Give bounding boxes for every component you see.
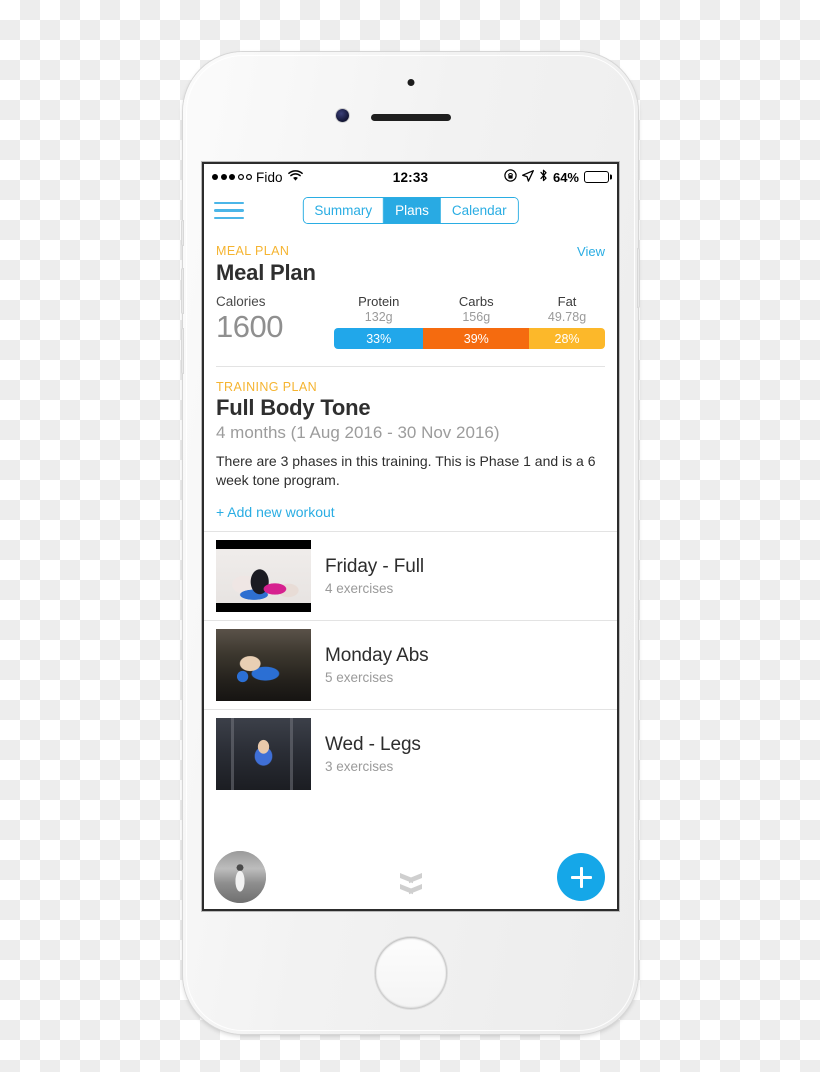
battery-icon	[584, 171, 609, 183]
double-chevron-down-icon[interactable]	[400, 873, 422, 893]
phone-device-frame: Fido 12:33 64% Summary Plans Calendar ME…	[181, 52, 640, 1034]
macro-name-row: Protein Carbs Fat	[334, 294, 605, 309]
macro-name-carbs: Carbs	[458, 294, 494, 309]
macro-bar-fat: 28%	[529, 328, 605, 349]
macro-grams-protein: 132g	[364, 310, 393, 324]
meal-plan-header: MEAL PLAN View	[216, 244, 605, 259]
workout-thumbnail-monday	[216, 629, 311, 702]
macro-breakdown: Protein Carbs Fat 132g 156g 49.78g 33% 39% 28%	[334, 294, 605, 349]
macro-grams-carbs: 156g	[462, 310, 491, 324]
meal-plan-title: Meal Plan	[216, 260, 316, 285]
navigation-bar: Summary Plans Calendar	[204, 190, 617, 232]
workout-row[interactable]: Friday - Full 4 exercises	[204, 531, 617, 620]
macro-bar-carbs: 39%	[423, 328, 530, 349]
bottom-toolbar	[204, 851, 617, 909]
workout-title: Monday Abs	[325, 645, 429, 667]
hamburger-menu-icon[interactable]	[214, 201, 244, 220]
silent-switch[interactable]	[181, 220, 184, 246]
view-segmented-control[interactable]: Summary Plans Calendar	[302, 197, 519, 224]
workout-title: Friday - Full	[325, 556, 424, 578]
training-plan-title: Full Body Tone	[216, 395, 371, 420]
workout-exercise-count: 5 exercises	[325, 670, 394, 686]
macro-summary: Calories 1600 Protein Carbs Fat 132g 156g 49…	[216, 294, 605, 349]
plans-content: MEAL PLAN View Meal Plan Calories 1600 P…	[204, 231, 617, 909]
workout-text: Friday - Full 4 exercises	[325, 556, 424, 596]
earpiece-speaker	[370, 114, 451, 121]
add-new-workout-button[interactable]: + Add new workout	[216, 504, 605, 520]
training-plan-eyebrow: TRAINING PLAN	[216, 380, 318, 394]
training-plan-section: TRAINING PLAN Full Body Tone 4 months (1…	[204, 367, 617, 520]
power-button[interactable]	[637, 248, 640, 308]
rotation-lock-icon	[504, 169, 517, 185]
training-plan-dates: 4 months (1 Aug 2016 - 30 Nov 2016)	[216, 423, 500, 442]
meal-plan-section: MEAL PLAN View Meal Plan Calories 1600 P…	[204, 231, 617, 349]
status-bar: Fido 12:33 64%	[204, 164, 617, 190]
tab-plans[interactable]: Plans	[384, 198, 441, 223]
avatar-image	[214, 851, 266, 903]
training-plan-description: There are 3 phases in this training. Thi…	[216, 453, 596, 489]
workout-text: Wed - Legs 3 exercises	[325, 734, 421, 774]
workout-thumbnail-wed	[216, 718, 311, 791]
bluetooth-icon	[539, 169, 548, 185]
tab-summary[interactable]: Summary	[303, 198, 385, 223]
front-camera-icon	[336, 109, 349, 122]
workout-title: Wed - Legs	[325, 734, 421, 756]
home-button[interactable]	[374, 937, 447, 1009]
macro-grams-fat: 49.78g	[547, 310, 587, 324]
phone-screen: Fido 12:33 64% Summary Plans Calendar ME…	[204, 164, 617, 909]
volume-down-button[interactable]	[181, 328, 184, 374]
workout-exercise-count: 4 exercises	[325, 581, 394, 597]
macro-bar-protein: 33%	[334, 328, 424, 349]
workout-exercise-count: 3 exercises	[325, 759, 394, 775]
calories-value: 1600	[216, 309, 283, 344]
macro-percent-bar: 33% 39% 28%	[334, 328, 605, 349]
workout-list: Friday - Full 4 exercises Monday Abs 5 exer…	[204, 531, 617, 798]
volume-up-button[interactable]	[181, 268, 184, 314]
battery-percent-label: 64%	[552, 169, 579, 185]
macro-name-protein: Protein	[358, 294, 400, 309]
user-avatar[interactable]	[214, 851, 266, 903]
macro-name-fat: Fat	[557, 294, 577, 309]
location-arrow-icon	[522, 169, 534, 185]
proximity-sensor-icon	[407, 79, 414, 86]
status-bar-right: 64%	[504, 169, 609, 185]
calories-block: Calories 1600	[216, 294, 334, 349]
macro-grams-row: 132g 156g 49.78g	[334, 310, 605, 324]
meal-plan-eyebrow: MEAL PLAN	[216, 244, 290, 258]
workout-row[interactable]: Monday Abs 5 exercises	[204, 620, 617, 709]
add-button-fab[interactable]	[557, 853, 605, 901]
workout-row[interactable]: Wed - Legs 3 exercises	[204, 709, 617, 798]
tab-calendar[interactable]: Calendar	[440, 198, 518, 223]
meal-plan-view-link[interactable]: View	[577, 244, 605, 259]
calories-label: Calories	[216, 294, 266, 309]
workout-thumbnail-friday	[216, 540, 311, 613]
workout-text: Monday Abs 5 exercises	[325, 645, 429, 685]
